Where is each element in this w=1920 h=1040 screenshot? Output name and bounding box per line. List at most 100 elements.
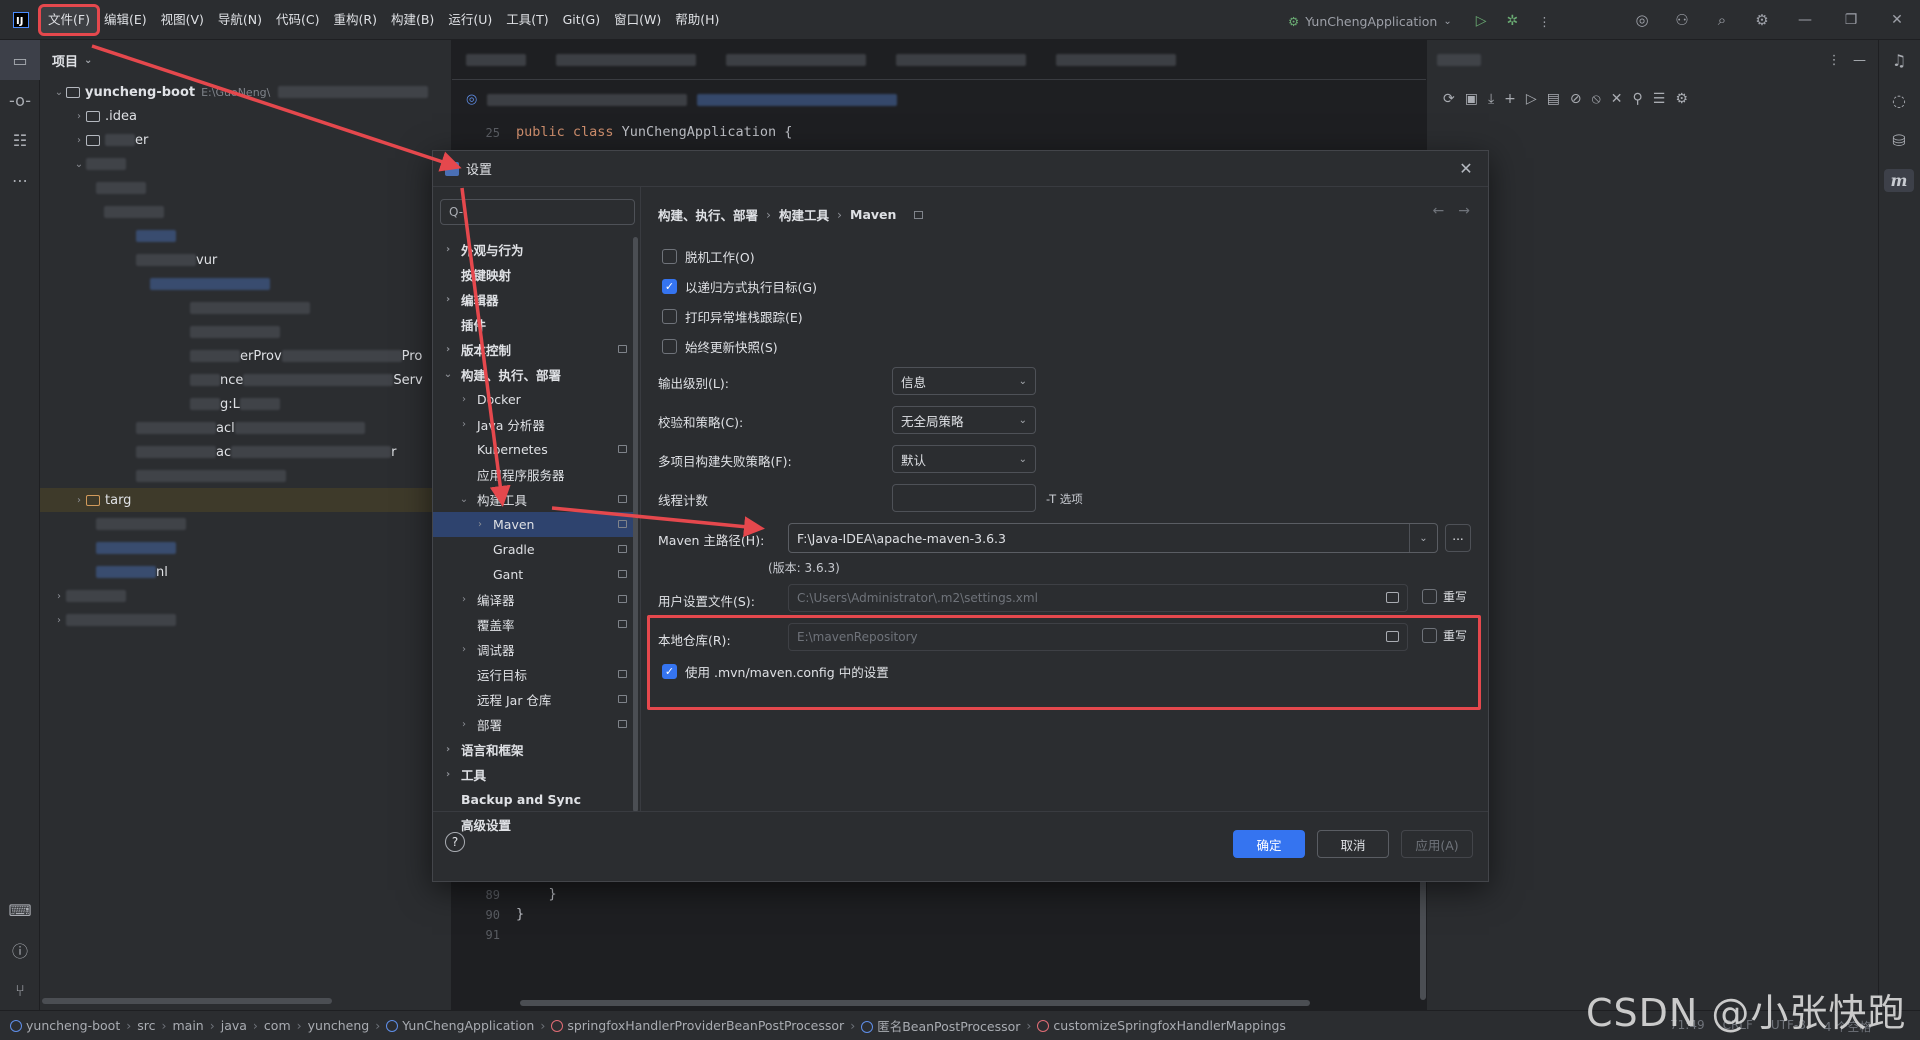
settings-tree-item[interactable]: › 调试器 — [433, 637, 633, 662]
close-icon[interactable]: ✕ — [1456, 159, 1476, 179]
tree-item[interactable]: › er — [40, 128, 451, 152]
chevron-right-icon[interactable]: › — [441, 744, 455, 755]
maven-home-combo[interactable]: F:\Java-IDEA\apache-maven-3.6.3 ⌄ — [788, 523, 1438, 553]
menu-item[interactable]: 文件(F) — [38, 3, 100, 36]
plus-icon[interactable]: + — [1504, 91, 1516, 107]
collapse-icon[interactable]: ✕ — [1611, 91, 1623, 107]
settings-tree-item[interactable]: › 编译器 — [433, 587, 633, 612]
chevron-right-icon[interactable]: › — [457, 419, 471, 430]
settings-tree-item[interactable]: › Java 分析器 — [433, 412, 633, 437]
menu-item[interactable]: 帮助(H) — [668, 7, 726, 33]
status-crumb[interactable]: YunChengApplication — [386, 1018, 534, 1033]
editor-tab[interactable] — [896, 53, 1026, 66]
tree-root[interactable]: ⌄ yuncheng-boot E:\GuoNeng\ — [40, 80, 451, 104]
menu-item[interactable]: Git(G) — [556, 7, 608, 33]
chevron-right-icon[interactable]: › — [473, 519, 487, 530]
checkbox-box[interactable] — [662, 249, 677, 264]
more-actions-icon[interactable]: ⋮ — [1538, 14, 1551, 29]
breadcrumb-item[interactable]: 构建工具 — [779, 205, 829, 224]
tree-item[interactable]: › .idea — [40, 104, 451, 128]
checkbox-stacktrace[interactable]: 打印异常堆栈跟踪(E) — [662, 307, 803, 326]
settings-tree-item[interactable]: › 外观与行为 — [433, 237, 633, 262]
folder-icon[interactable] — [1386, 592, 1399, 603]
settings-tree-item[interactable]: 插件 — [433, 312, 633, 337]
tree-item[interactable]: ⌄ — [40, 152, 451, 176]
chevron-down-icon[interactable]: ⌄ — [1409, 524, 1437, 552]
editor-tab[interactable] — [1056, 53, 1176, 66]
chevron-right-icon[interactable]: › — [441, 244, 455, 255]
skip-tests-icon[interactable]: ⦸ — [1592, 91, 1601, 107]
menu-item[interactable]: 重构(R) — [327, 7, 384, 33]
checkbox-recursive[interactable]: ✓ 以递归方式执行目标(G) — [662, 277, 817, 296]
horizontal-scrollbar[interactable] — [42, 998, 332, 1004]
chevron-right-icon[interactable]: › — [441, 769, 455, 780]
reload-icon[interactable]: ⟳ — [1443, 91, 1455, 107]
editor-horizontal-scrollbar[interactable] — [520, 1000, 1310, 1006]
user-settings-input[interactable]: C:\Users\Administrator\.m2\settings.xml — [788, 584, 1408, 612]
status-crumb[interactable]: com — [264, 1018, 291, 1033]
output-level-select[interactable]: 信息 ⌄ — [892, 367, 1036, 395]
checkbox-box[interactable] — [1422, 589, 1437, 604]
ok-button[interactable]: 确定 — [1233, 830, 1305, 858]
debug-icon[interactable]: ✲ — [1506, 13, 1518, 29]
add-user-icon[interactable]: ⚇ — [1662, 0, 1702, 40]
project-panel-header[interactable]: 项目 ⌄ — [40, 40, 451, 80]
forward-arrow-icon[interactable]: → — [1458, 203, 1470, 219]
download-icon[interactable]: ⤓ — [1488, 91, 1494, 107]
search-icon[interactable]: ⌕ — [1702, 0, 1742, 40]
checksum-select[interactable]: 无全局策略 ⌄ — [892, 406, 1036, 434]
editor-tab[interactable] — [556, 53, 696, 66]
menu-item[interactable]: 窗口(W) — [607, 7, 668, 33]
project-folder-icon[interactable]: ▭ — [0, 40, 40, 80]
checkbox-box[interactable] — [662, 339, 677, 354]
chevron-down-icon[interactable]: ⌄ — [441, 369, 455, 380]
chevron-right-icon[interactable]: › — [457, 719, 471, 730]
back-arrow-icon[interactable]: ← — [1433, 203, 1445, 219]
notifications-icon[interactable]: ♫ — [1879, 40, 1919, 80]
run-icon[interactable]: ▷ — [1526, 91, 1537, 107]
settings-tree-item[interactable]: Backup and Sync — [433, 787, 633, 812]
thread-count-input[interactable] — [892, 484, 1036, 512]
status-crumb[interactable]: main — [172, 1018, 203, 1033]
menu-item[interactable]: 编辑(E) — [97, 7, 154, 33]
more-tools-icon[interactable]: ⋯ — [0, 160, 40, 200]
editor-tab[interactable] — [726, 53, 866, 66]
chevron-right-icon[interactable]: › — [457, 394, 471, 405]
sidebar-scrollbar[interactable] — [633, 237, 638, 812]
panel-options-icon[interactable]: ⋮ — — [1828, 53, 1866, 68]
close-window-button[interactable]: ✕ — [1874, 0, 1920, 40]
settings-tree-item[interactable]: 覆盖率 — [433, 612, 633, 637]
menu-item[interactable]: 代码(C) — [269, 7, 326, 33]
toggle-offline-icon[interactable]: ⊘ — [1570, 91, 1582, 107]
run-icon[interactable]: ▷ — [1476, 13, 1487, 29]
chevron-down-icon[interactable]: ⌄ — [457, 494, 471, 505]
ai-chat-icon[interactable]: ◌ — [1879, 80, 1919, 120]
status-crumb[interactable]: customizeSpringfoxHandlerMappings — [1037, 1018, 1286, 1033]
collapse-all-icon[interactable]: ☰ — [1653, 91, 1666, 107]
browse-button[interactable]: ... — [1445, 524, 1471, 552]
status-crumb[interactable]: src — [137, 1018, 155, 1033]
settings-tree-item[interactable]: › 语言和框架 — [433, 737, 633, 762]
settings-gear-icon[interactable]: ⚙ — [1742, 0, 1782, 40]
commit-icon[interactable]: -o- — [0, 80, 40, 120]
settings-tree-item[interactable]: 运行目标 — [433, 662, 633, 687]
settings-tree-item[interactable]: › Maven — [433, 512, 633, 537]
settings-tree-item[interactable]: 按键映射 — [433, 262, 633, 287]
settings-tree-item[interactable]: ⌄ 构建、执行、部署 — [433, 362, 633, 387]
breadcrumb-item[interactable]: 构建、执行、部署 — [658, 205, 758, 224]
status-crumb[interactable]: 匿名BeanPostProcessor — [861, 1016, 1020, 1035]
ai-assistant-icon[interactable]: ◎ — [1622, 0, 1662, 40]
restore-button[interactable]: ❐ — [1828, 0, 1874, 40]
menu-item[interactable]: 工具(T) — [499, 7, 555, 33]
status-crumb[interactable]: yuncheng-boot — [10, 1018, 120, 1033]
execute-goal-icon[interactable]: ▤ — [1547, 91, 1560, 107]
cancel-button[interactable]: 取消 — [1317, 830, 1389, 858]
override-user-settings[interactable]: 重写 — [1422, 588, 1467, 605]
menu-item[interactable]: 视图(V) — [154, 7, 211, 33]
run-configuration-selector[interactable]: ⚙ YunChengApplication ⌄ ▷ ✲ ⋮ — [1288, 10, 1551, 32]
settings-tree-item[interactable]: Gradle — [433, 537, 633, 562]
help-icon[interactable]: ? — [445, 832, 465, 852]
settings-tree-item[interactable]: 应用程序服务器 — [433, 462, 633, 487]
checkbox-box-checked[interactable]: ✓ — [662, 279, 677, 294]
checkbox-box[interactable] — [662, 309, 677, 324]
